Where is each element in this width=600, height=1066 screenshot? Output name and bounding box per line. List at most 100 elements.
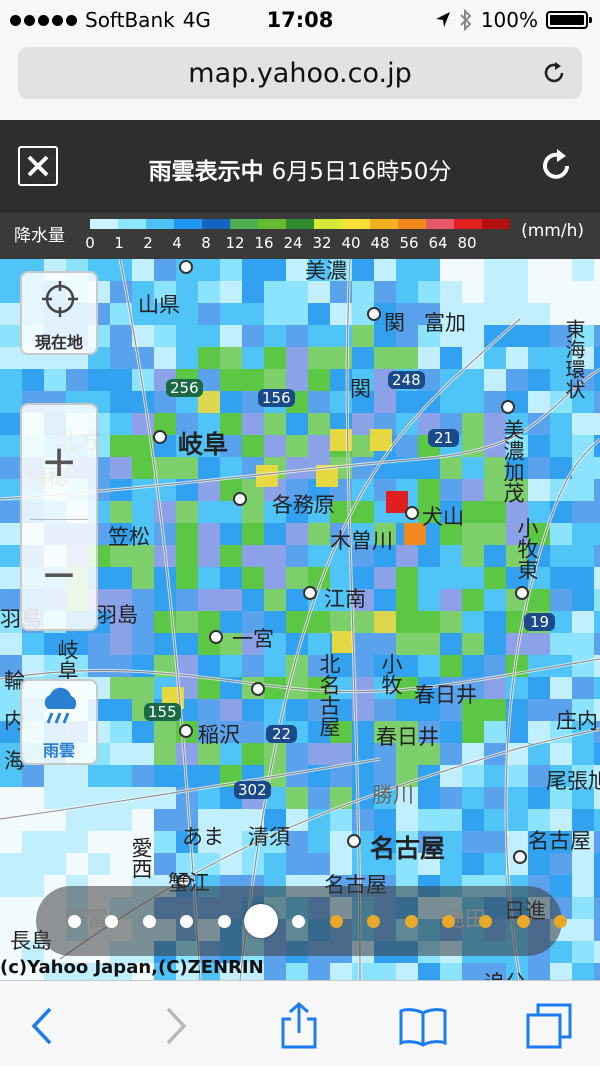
rain-cell <box>550 589 572 611</box>
timeline-dot[interactable] <box>217 915 231 928</box>
route-shield-155: 155 <box>144 703 181 721</box>
rain-cloud-toggle[interactable]: 雨雲 <box>20 679 98 765</box>
rain-cell <box>462 457 484 479</box>
timeline-dot[interactable] <box>404 915 418 928</box>
rain-cell <box>484 567 506 589</box>
rain-cell <box>110 391 132 413</box>
rain-cell <box>572 963 594 980</box>
back-icon[interactable] <box>20 1001 70 1051</box>
rain-cell <box>374 809 396 831</box>
rain-cell <box>374 699 396 721</box>
rain-cell <box>396 589 418 611</box>
current-location-button[interactable]: 現在地 <box>20 271 98 355</box>
map-label-kisogawa: 木曽川 <box>330 529 393 553</box>
rain-cell <box>220 259 242 281</box>
rain-cell <box>528 479 550 501</box>
rain-cell <box>572 413 594 435</box>
forecast-timeline[interactable] <box>36 886 568 956</box>
location-arrow-icon <box>435 12 450 27</box>
timeline-dot[interactable] <box>479 915 493 928</box>
zoom-out-button[interactable]: − <box>22 519 96 629</box>
timeline-dot[interactable] <box>68 915 81 928</box>
share-icon[interactable] <box>274 1001 324 1051</box>
timeline-dot[interactable] <box>516 915 530 928</box>
rain-cell <box>0 435 22 457</box>
timeline-dot[interactable] <box>329 915 343 928</box>
rain-cell <box>440 743 462 765</box>
rain-cell <box>308 391 330 413</box>
rain-cell <box>352 963 374 980</box>
timeline-dot[interactable] <box>442 915 455 928</box>
rain-cell <box>198 545 220 567</box>
rain-cell <box>264 435 286 457</box>
rain-cell <box>528 655 550 677</box>
rain-cell <box>132 743 154 765</box>
rain-cell <box>0 501 22 523</box>
rain-cell <box>198 787 220 809</box>
timeline-dot[interactable] <box>367 915 381 928</box>
url-text[interactable]: map.yahoo.co.jp <box>18 58 582 89</box>
rain-cell <box>220 853 242 875</box>
rain-cell <box>198 501 220 523</box>
rain-cell <box>484 501 506 523</box>
route-shield-248: 248 <box>388 371 425 389</box>
rain-cell-heavy <box>386 491 408 513</box>
rain-cell <box>154 589 176 611</box>
rain-cell <box>330 743 352 765</box>
timeline-dot[interactable] <box>142 915 156 928</box>
rain-cell <box>506 259 528 281</box>
rain-cell <box>462 721 484 743</box>
rain-cell <box>484 765 506 787</box>
rain-cell <box>0 545 22 567</box>
rain-cell <box>484 699 506 721</box>
rain-cell <box>528 259 550 281</box>
legend-tick: 12 <box>225 234 245 252</box>
rain-cell <box>594 347 600 369</box>
zoom-in-button[interactable]: + <box>22 405 96 517</box>
rain-cell <box>330 765 352 787</box>
bookmarks-icon[interactable] <box>398 1001 448 1051</box>
map-label-gifu-hashima: 岐阜 <box>55 639 79 681</box>
rain-cell <box>396 391 418 413</box>
rain-cell <box>352 765 374 787</box>
rain-cell <box>352 259 374 281</box>
rain-cell <box>110 633 132 655</box>
rain-cell <box>330 963 352 980</box>
rain-cell <box>396 611 418 633</box>
rain-cell <box>528 435 550 457</box>
rain-cell <box>0 897 22 919</box>
rain-cell <box>440 391 462 413</box>
timeline-dot[interactable] <box>105 915 119 928</box>
rain-cell <box>154 831 176 853</box>
refresh-icon[interactable] <box>538 148 574 184</box>
reload-icon[interactable] <box>540 59 568 87</box>
address-bar[interactable]: map.yahoo.co.jp <box>18 47 582 99</box>
timeline-dot[interactable] <box>292 915 306 928</box>
rain-cell <box>286 303 308 325</box>
rain-cell <box>462 655 484 677</box>
rain-cell <box>594 897 600 919</box>
forward-icon[interactable] <box>148 1001 198 1051</box>
tabs-icon[interactable] <box>524 1001 574 1051</box>
rain-cell <box>132 633 154 655</box>
rain-cell <box>220 281 242 303</box>
legend-tick: 8 <box>201 234 211 252</box>
rain-cell <box>462 413 484 435</box>
browser-toolbar <box>0 980 600 1066</box>
timeline-dot[interactable] <box>180 915 194 928</box>
map-label-kasugai-1: 春日井 <box>414 683 477 707</box>
rain-cell <box>264 347 286 369</box>
rain-cell <box>352 347 374 369</box>
rain-cell <box>550 633 572 655</box>
legend-swatch <box>286 219 314 229</box>
status-bar: SoftBank 4G 17:08 100% <box>0 0 600 40</box>
rain-cell <box>308 413 330 435</box>
rain-cell <box>88 809 110 831</box>
rain-cell <box>286 413 308 435</box>
rain-cell <box>462 545 484 567</box>
rain-cell <box>88 633 110 655</box>
rain-map[interactable]: 美濃 山県 関 富加 関 東海環状 岐阜 北方 瑞穂 美濃加茂 各務原 犬山 笠… <box>0 259 600 980</box>
rain-cell <box>176 325 198 347</box>
timeline-knob[interactable] <box>244 904 278 938</box>
rain-cell <box>286 545 308 567</box>
